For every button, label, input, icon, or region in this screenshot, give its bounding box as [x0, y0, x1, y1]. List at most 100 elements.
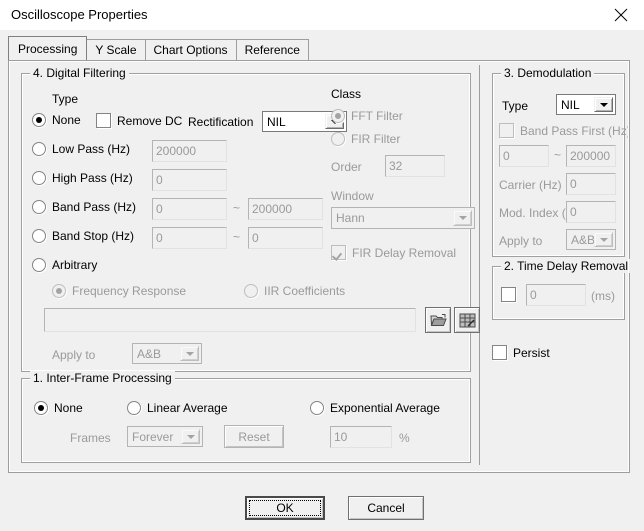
- radio-indicator: [32, 171, 46, 185]
- band-stop-tilde: ~: [233, 230, 241, 244]
- tab-label: Processing: [18, 41, 78, 56]
- persist-checkbox[interactable]: Persist: [492, 345, 550, 360]
- folder-open-icon[interactable]: [425, 307, 451, 333]
- inter-frame-processing-group: 1. Inter-Frame Processing None Linear Av…: [21, 371, 471, 463]
- reset-label: Reset: [238, 429, 270, 444]
- fir-delay-removal-label: FIR Delay Removal: [352, 245, 457, 260]
- radio-indicator: [32, 142, 46, 156]
- mod-index-input[interactable]: 0: [566, 201, 616, 223]
- cancel-label: Cancel: [367, 501, 405, 515]
- low-pass-input[interactable]: 200000: [152, 140, 227, 162]
- tab-reference[interactable]: Reference: [235, 39, 309, 60]
- demod-band-low-input[interactable]: 0: [499, 145, 549, 167]
- arbitrary-apply-to-combo[interactable]: A&B: [132, 343, 202, 364]
- exponential-average-input[interactable]: 10: [330, 426, 392, 448]
- demod-band-tilde: ~: [554, 148, 562, 162]
- ok-button[interactable]: OK: [245, 496, 325, 520]
- radio-frequency-response[interactable]: Frequency Response: [52, 284, 186, 298]
- radio-indicator: [32, 258, 46, 272]
- radio-interframe-exponential-average[interactable]: Exponential Average: [310, 401, 440, 415]
- demod-apply-to-combo[interactable]: A&B: [566, 229, 616, 250]
- radio-filter-low-pass[interactable]: Low Pass (Hz): [32, 142, 130, 156]
- frames-combo[interactable]: Forever: [127, 426, 203, 447]
- chevron-down-icon[interactable]: [453, 210, 472, 226]
- checkbox-indicator: [492, 345, 507, 360]
- reset-button[interactable]: Reset: [224, 425, 284, 448]
- radio-filter-band-stop[interactable]: Band Stop (Hz): [32, 229, 134, 243]
- band-pass-first-checkbox[interactable]: Band Pass First (Hz): [499, 123, 631, 138]
- focus-ring: [249, 500, 321, 516]
- radio-fir-filter[interactable]: FIR Filter: [331, 132, 400, 146]
- radio-indicator: [32, 200, 46, 214]
- time-delay-unit-label: (ms): [591, 289, 615, 303]
- carrier-label: Carrier (Hz): [499, 178, 562, 192]
- radio-filter-arbitrary[interactable]: Arbitrary: [32, 258, 97, 272]
- radio-label: FFT Filter: [351, 109, 403, 123]
- fir-delay-removal-checkbox[interactable]: FIR Delay Removal: [331, 245, 456, 260]
- radio-indicator: [244, 284, 258, 298]
- radio-indicator: [331, 132, 345, 146]
- radio-label: Band Pass (Hz): [52, 200, 137, 214]
- checkbox-indicator: [331, 245, 346, 260]
- time-delay-removal-legend: 2. Time Delay Removal: [501, 259, 632, 273]
- radio-fft-filter[interactable]: FFT Filter: [331, 109, 403, 123]
- filter-window-label: Window: [331, 189, 374, 203]
- radio-label: None: [52, 113, 81, 127]
- arbitrary-apply-to-value: A&B: [137, 346, 162, 361]
- chevron-down-icon[interactable]: [594, 232, 613, 247]
- radio-iir-coefficients[interactable]: IIR Coefficients: [244, 284, 345, 298]
- panel-divider: [479, 65, 480, 465]
- filter-file-path-input[interactable]: [44, 308, 416, 332]
- radio-indicator: [34, 401, 48, 415]
- radio-interframe-none[interactable]: None: [34, 401, 83, 415]
- arbitrary-apply-to-label: Apply to: [52, 348, 96, 362]
- oscilloscope-properties-dialog: Oscilloscope Properties Processing Y Sca…: [0, 0, 644, 531]
- band-stop-low-input[interactable]: 0: [152, 227, 227, 249]
- band-stop-high-input[interactable]: 0: [248, 227, 323, 249]
- radio-filter-high-pass[interactable]: High Pass (Hz): [32, 171, 133, 185]
- radio-filter-band-pass[interactable]: Band Pass (Hz): [32, 200, 136, 214]
- radio-interframe-linear-average[interactable]: Linear Average: [127, 401, 228, 415]
- demod-apply-to-label: Apply to: [499, 234, 543, 248]
- demodulation-type-value: NIL: [561, 97, 580, 112]
- tab-y-scale[interactable]: Y Scale: [86, 39, 146, 60]
- radio-filter-none[interactable]: None: [32, 113, 81, 127]
- chevron-down-icon[interactable]: [180, 346, 199, 361]
- remove-dc-checkbox[interactable]: Remove DC: [96, 113, 182, 128]
- filter-order-label: Order: [331, 160, 362, 174]
- filter-window-value: Hann: [336, 211, 365, 225]
- radio-label: None: [54, 401, 83, 415]
- time-delay-removal-checkbox[interactable]: [501, 287, 522, 302]
- checkbox-indicator: [499, 123, 514, 138]
- tab-label: Y Scale: [95, 43, 137, 57]
- grid-table-icon[interactable]: [454, 307, 480, 333]
- demodulation-type-combo[interactable]: NIL: [556, 94, 616, 115]
- close-icon[interactable]: [598, 0, 644, 30]
- rectification-label: Rectification: [188, 115, 254, 129]
- demodulation-type-label: Type: [502, 99, 529, 113]
- tab-strip: Processing Y Scale Chart Options Referen…: [8, 36, 309, 60]
- high-pass-input[interactable]: 0: [152, 169, 227, 191]
- radio-indicator: [32, 229, 46, 243]
- demod-band-high-input[interactable]: 200000: [566, 145, 616, 167]
- chevron-down-icon[interactable]: [181, 429, 200, 444]
- chevron-down-icon[interactable]: [594, 97, 613, 112]
- radio-indicator: [331, 109, 345, 123]
- radio-label: Low Pass (Hz): [52, 142, 131, 156]
- filter-order-input[interactable]: 32: [385, 155, 445, 177]
- band-pass-low-input[interactable]: 0: [152, 198, 227, 220]
- filter-window-combo[interactable]: Hann: [331, 207, 475, 229]
- carrier-input[interactable]: 0: [566, 173, 616, 195]
- band-pass-first-label: Band Pass First (Hz): [520, 123, 631, 138]
- tab-label: Chart Options: [153, 43, 228, 57]
- processing-tab-panel: 4. Digital Filtering Type None Low Pass …: [8, 60, 632, 473]
- tab-processing[interactable]: Processing: [8, 36, 88, 60]
- cancel-button[interactable]: Cancel: [348, 496, 424, 520]
- radio-label: Linear Average: [147, 401, 228, 415]
- frames-value: Forever: [132, 429, 174, 444]
- radio-label: FIR Filter: [351, 132, 401, 146]
- radio-label: High Pass (Hz): [52, 171, 133, 185]
- time-delay-input[interactable]: 0: [526, 284, 586, 306]
- tab-chart-options[interactable]: Chart Options: [144, 39, 237, 60]
- band-pass-high-input[interactable]: 200000: [248, 198, 323, 220]
